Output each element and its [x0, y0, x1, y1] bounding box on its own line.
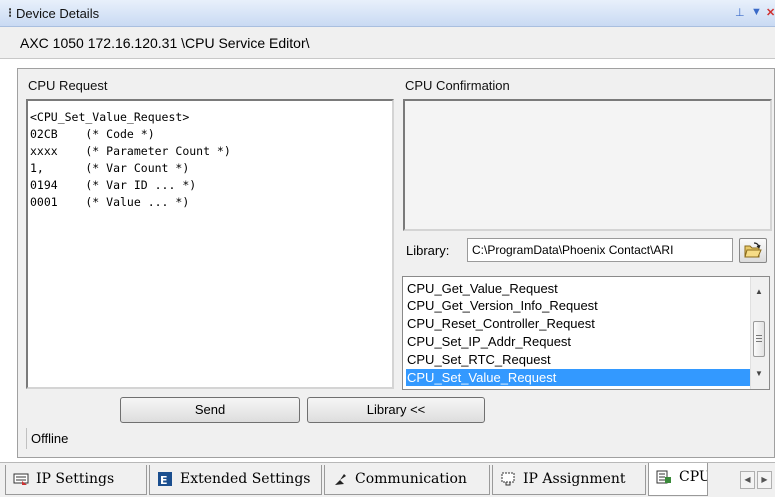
tab-label: Extended Settings: [180, 471, 311, 487]
cpu-request-label: CPU Request: [28, 78, 108, 93]
list-item[interactable]: CPU_Get_Value_Request: [406, 280, 752, 297]
tab-label: IP Assignment: [523, 471, 626, 487]
device-path: AXC 1050 172.16.120.31 \CPU Service Edit…: [20, 35, 310, 51]
library-request-list[interactable]: CPU_Get_Value_Request CPU_Get_Version_In…: [402, 276, 770, 390]
list-item[interactable]: CPU_Set_RTC_Request: [406, 351, 752, 368]
svg-text:E: E: [160, 474, 168, 487]
panel-titlebar: ⁝ Device Details ⊥ ▼ ✕: [0, 0, 775, 27]
list-item[interactable]: CPU_Get_Version_Info_Request: [406, 297, 752, 314]
tab-scroll-left-icon[interactable]: ◀: [740, 471, 755, 489]
list-item-selected[interactable]: CPU_Set_Value_Request: [406, 369, 752, 386]
device-path-bar: AXC 1050 172.16.120.31 \CPU Service Edit…: [0, 27, 775, 59]
request-line: 02CB (* Code *): [30, 127, 155, 141]
drag-grip-icon[interactable]: ⁝: [8, 5, 12, 21]
pin-icon[interactable]: ⊥: [735, 6, 745, 19]
request-line: 0194 (* Var ID ... *): [30, 178, 197, 192]
library-path-field[interactable]: C:\ProgramData\Phoenix Contact\ARI: [467, 238, 733, 262]
scroll-up-icon[interactable]: ▲: [755, 287, 763, 296]
tab-cpu[interactable]: CPU: [648, 463, 708, 496]
library-label: Library:: [406, 243, 450, 258]
library-toggle-button[interactable]: Library <<: [307, 397, 485, 423]
tab-scroll-right-icon[interactable]: ▶: [757, 471, 772, 489]
list-item[interactable]: CPU_Set_IP_Addr_Request: [406, 333, 752, 350]
tab-label: CPU: [679, 469, 708, 485]
cpu-confirmation-label: CPU Confirmation: [405, 78, 510, 93]
tab-communication[interactable]: Communication: [324, 465, 490, 495]
dropdown-arrow-icon[interactable]: ▼: [751, 6, 762, 18]
network-settings-icon: [13, 473, 29, 485]
tab-label: Communication: [355, 471, 467, 487]
tab-ip-settings[interactable]: IP Settings: [5, 465, 147, 495]
request-line: 0001 (* Value ... *): [30, 195, 190, 209]
connection-status: Offline: [26, 428, 771, 449]
tab-extended-settings[interactable]: E Extended Settings: [149, 465, 322, 495]
request-line: <CPU_Set_Value_Request>: [30, 110, 190, 124]
tab-ip-assignment[interactable]: IP Assignment: [492, 465, 646, 495]
cpu-request-editor[interactable]: <CPU_Set_Value_Request> 02CB (* Code *) …: [26, 99, 394, 389]
scrollbar-thumb[interactable]: [753, 321, 765, 357]
list-item[interactable]: CPU_Reset_Controller_Request: [406, 315, 752, 332]
tab-label: IP Settings: [36, 471, 115, 487]
request-line: 1, (* Var Count *): [30, 161, 190, 175]
cpu-service-icon: [656, 470, 671, 484]
tab-bar: IP Settings E Extended Settings Communic…: [0, 462, 775, 497]
browse-library-button[interactable]: [739, 238, 767, 263]
folder-open-icon: [744, 242, 762, 258]
cpu-confirmation-output[interactable]: [403, 99, 772, 231]
plug-icon: [335, 474, 346, 485]
list-scrollbar[interactable]: ▲ ▼: [750, 277, 769, 389]
extended-settings-icon: E: [158, 472, 172, 487]
panel-title: Device Details: [16, 6, 100, 21]
request-line: xxxx (* Parameter Count *): [30, 144, 231, 158]
scroll-down-icon[interactable]: ▼: [755, 369, 763, 378]
ip-assignment-icon: [501, 472, 515, 486]
send-button[interactable]: Send: [120, 397, 300, 423]
close-icon[interactable]: ✕: [766, 6, 775, 19]
